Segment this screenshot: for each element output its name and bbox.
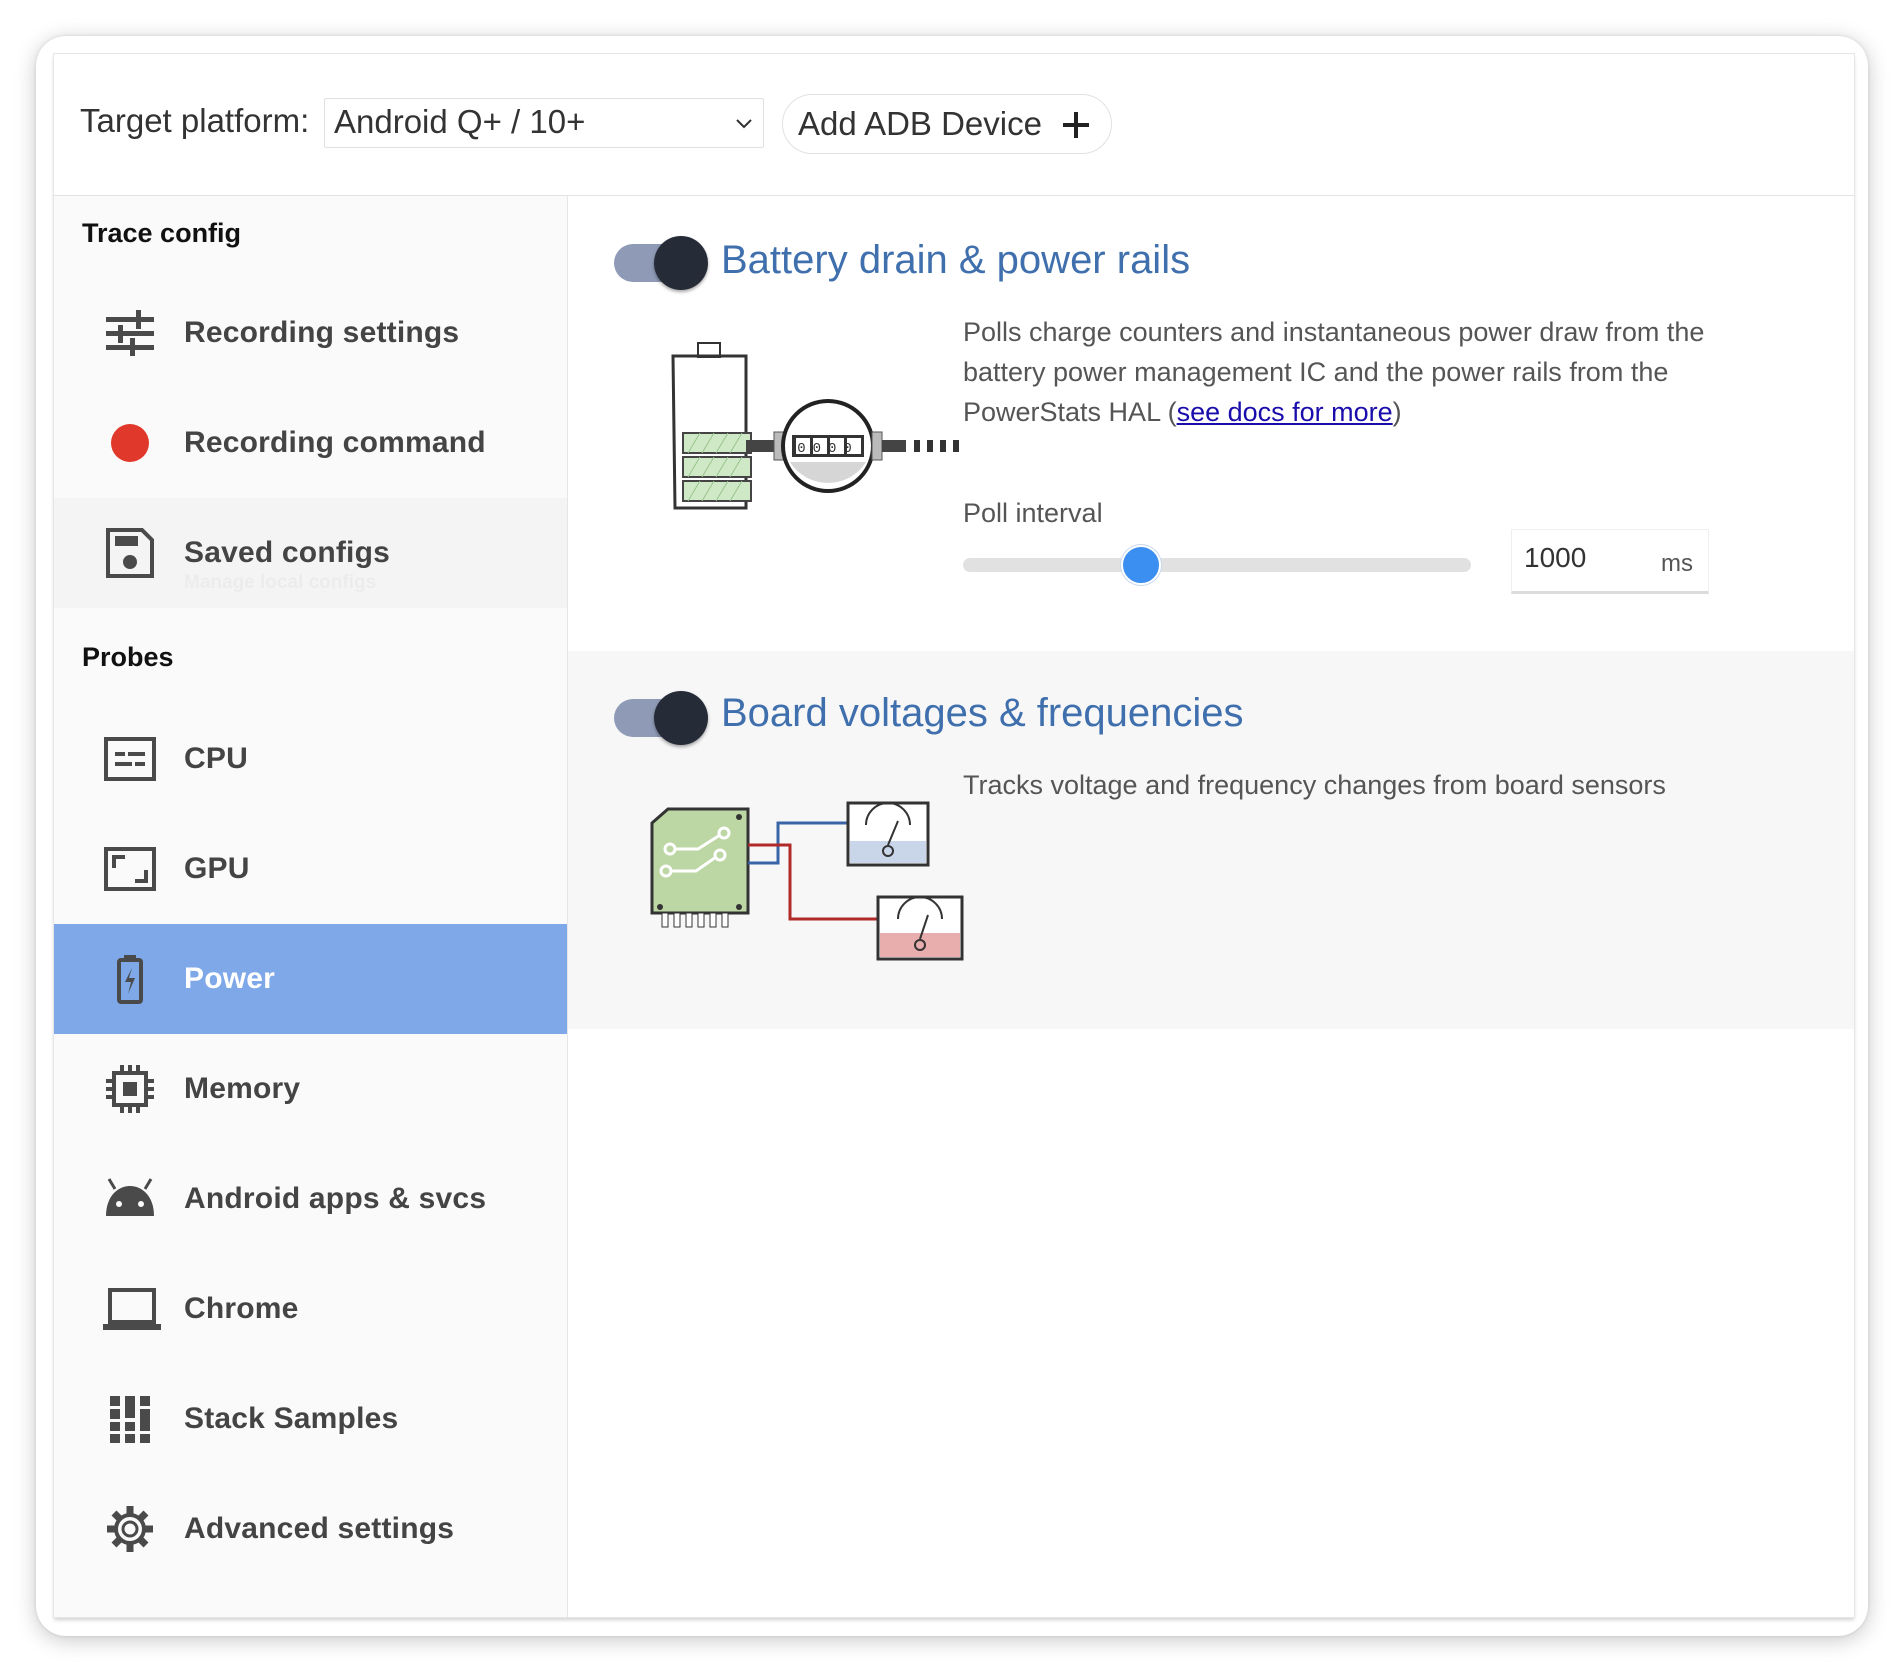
- trace-config-title: Trace config: [82, 218, 242, 248]
- sidebar-item-stack-samples[interactable]: Stack Samples: [54, 1364, 567, 1474]
- sidebar-item-label: Power: [184, 962, 276, 995]
- sidebar-item-label: Memory: [184, 1072, 301, 1105]
- meter-digits: 0000: [797, 441, 859, 457]
- battery-charging-icon: [117, 955, 143, 1004]
- sidebar-item-label: GPU: [184, 852, 250, 885]
- poll-interval-label: Poll interval: [963, 498, 1103, 528]
- battery-probe-toggle[interactable]: [613, 236, 708, 290]
- record-page-window: Target platform: Android Q+ / 10+ Add AD…: [54, 54, 1854, 1617]
- description-text-end: ): [1392, 397, 1402, 427]
- sidebar-item-saved-configs[interactable]: Saved configs Manage local configs: [54, 498, 567, 608]
- target-platform-select[interactable]: Android Q+ / 10+: [324, 98, 764, 148]
- sidebar-item-recording-command[interactable]: Recording command: [54, 388, 567, 498]
- probe-panel: Battery drain & power rails 0000 Polls c…: [568, 196, 1854, 1617]
- docs-link[interactable]: see docs for more: [1177, 397, 1393, 427]
- battery-meter-illustration-icon: 0000: [671, 342, 959, 510]
- cpu-icon: [104, 737, 156, 781]
- battery-probe-title[interactable]: Battery drain & power rails: [721, 238, 1190, 283]
- board-sensors-illustration-icon: [650, 801, 964, 961]
- sidebar: Trace config Recording settings Recordin…: [54, 196, 568, 1617]
- stack-samples-icon: [110, 1396, 150, 1443]
- board-probe-toggle[interactable]: [613, 691, 708, 745]
- poll-interval-slider-thumb[interactable]: [1120, 545, 1161, 585]
- sidebar-item-gpu[interactable]: GPU: [54, 814, 567, 924]
- sidebar-item-cpu[interactable]: CPU: [54, 704, 567, 814]
- board-probe-title[interactable]: Board voltages & frequencies: [721, 691, 1244, 736]
- add-adb-device-button[interactable]: Add ADB Device: [782, 94, 1112, 154]
- sidebar-item-recording-settings[interactable]: Recording settings: [54, 278, 567, 388]
- sidebar-item-sublabel: Manage local configs: [184, 572, 377, 593]
- target-platform-label: Target platform:: [80, 102, 310, 139]
- add-adb-device-label: Add ADB Device: [798, 105, 1042, 142]
- sidebar-item-label: Android apps & svcs: [184, 1182, 487, 1215]
- poll-interval-slider[interactable]: [963, 558, 1471, 572]
- gear-icon: [107, 1506, 153, 1552]
- chevron-down-icon: [736, 119, 752, 129]
- memory-chip-icon: [106, 1065, 154, 1113]
- sidebar-item-label: CPU: [184, 742, 248, 775]
- battery-probe-description: Polls charge counters and instantaneous …: [963, 312, 1723, 432]
- toggle-knob: [654, 691, 708, 745]
- android-icon: [106, 1178, 154, 1216]
- sidebar-item-memory[interactable]: Memory: [54, 1034, 567, 1144]
- poll-interval-value: 1000: [1524, 542, 1587, 573]
- sidebar-item-android-apps[interactable]: Android apps & svcs: [54, 1144, 567, 1254]
- sidebar-item-label: Recording command: [184, 426, 486, 459]
- target-platform-value: Android Q+ / 10+: [334, 103, 586, 140]
- probes-title: Probes: [82, 642, 174, 672]
- sliders-icon: [106, 310, 154, 356]
- poll-interval-unit: ms: [1661, 550, 1693, 577]
- board-probe-description: Tracks voltage and frequency changes fro…: [963, 770, 1666, 800]
- sidebar-item-label: Recording settings: [184, 316, 460, 349]
- floppy-disk-icon: [106, 528, 154, 578]
- sidebar-item-label: Stack Samples: [184, 1402, 399, 1435]
- poll-interval-input[interactable]: 1000 ms: [1511, 529, 1709, 594]
- gpu-icon: [104, 847, 156, 891]
- record-dot-icon: [111, 424, 149, 462]
- probe-battery-drain: Battery drain & power rails 0000 Polls c…: [568, 196, 1854, 651]
- laptop-icon: [103, 1288, 161, 1330]
- sidebar-item-advanced-settings[interactable]: Advanced settings: [54, 1474, 567, 1584]
- probe-board-voltages: Board voltages & frequencies Tracks volt…: [568, 651, 1854, 1029]
- sidebar-item-label: Advanced settings: [184, 1512, 455, 1545]
- sidebar-item-label: Chrome: [184, 1292, 299, 1325]
- platform-header: Target platform: Android Q+ / 10+ Add AD…: [54, 54, 1854, 196]
- sidebar-item-label: Saved configs: [184, 536, 390, 569]
- plus-icon: [1063, 112, 1089, 138]
- sidebar-item-power[interactable]: Power: [54, 924, 567, 1034]
- sidebar-item-chrome[interactable]: Chrome: [54, 1254, 567, 1364]
- toggle-knob: [654, 236, 708, 290]
